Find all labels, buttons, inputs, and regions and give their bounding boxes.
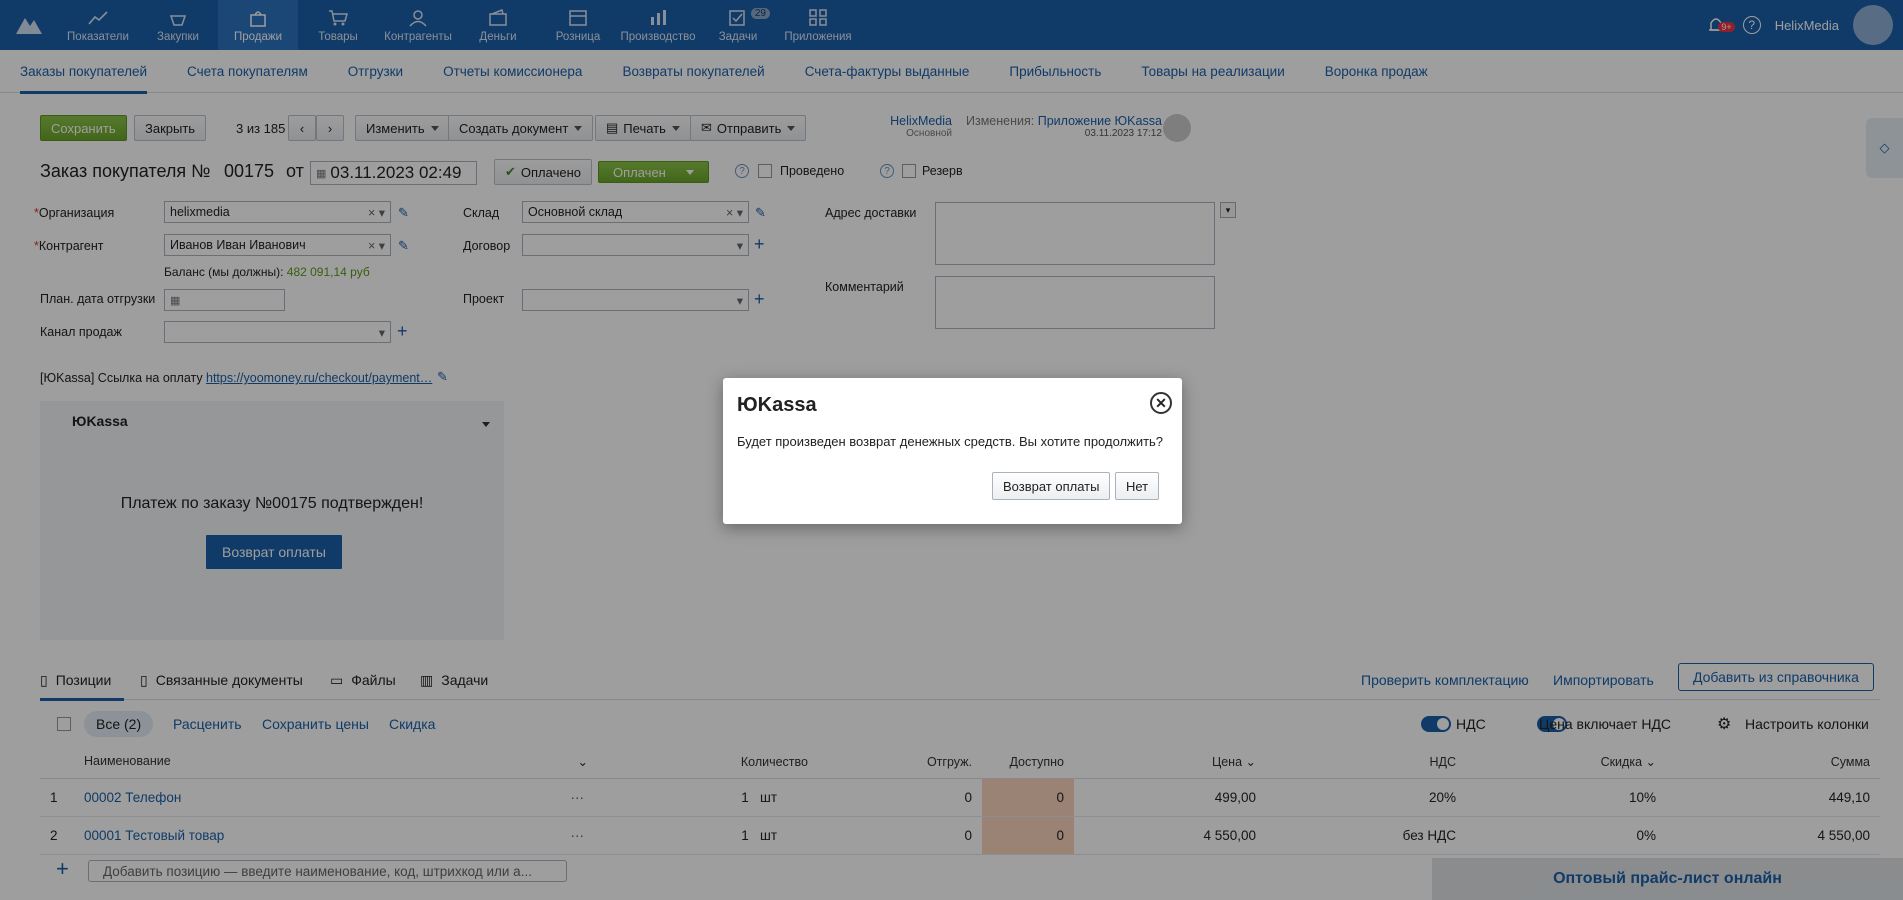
dialog-title: ЮKassa	[737, 394, 817, 416]
refund-confirm-dialog: ЮKassa ✕ Будет произведен возврат денежн…	[723, 378, 1182, 524]
dialog-message: Будет произведен возврат денежных средст…	[737, 434, 1164, 449]
close-icon[interactable]: ✕	[1150, 392, 1172, 414]
cancel-button[interactable]: Нет	[1115, 472, 1160, 500]
confirm-refund-button[interactable]: Возврат оплаты	[992, 472, 1111, 500]
